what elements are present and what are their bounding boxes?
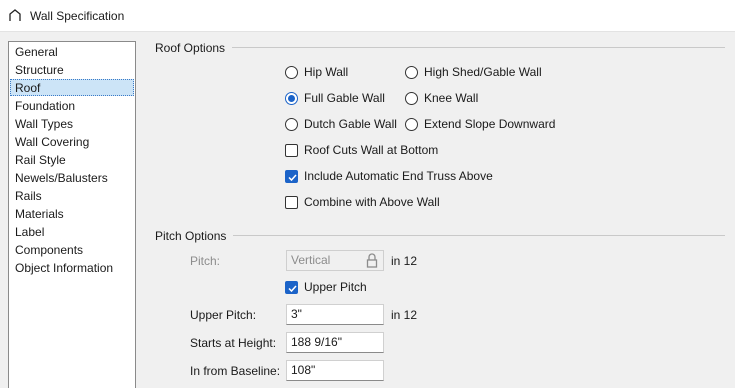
title-bar: Wall Specification <box>0 0 735 32</box>
in-from-baseline-label: In from Baseline: <box>190 364 281 378</box>
high-shed-gable-wall-label: High Shed/Gable Wall <box>424 65 542 79</box>
radio-indicator[interactable] <box>405 117 418 131</box>
full-gable-wall-label: Full Gable Wall <box>304 91 385 105</box>
pitch-options-heading: Pitch Options <box>155 229 227 243</box>
category-list[interactable]: General Structure Roof Foundation Wall T… <box>8 41 136 388</box>
checkbox-box[interactable] <box>285 195 298 209</box>
roof-cuts-wall-at-bottom-label: Roof Cuts Wall at Bottom <box>304 143 439 157</box>
upper-pitch-input[interactable]: 3" <box>286 304 384 325</box>
combine-with-above-wall-label: Combine with Above Wall <box>304 195 440 209</box>
radio-indicator[interactable] <box>405 91 418 105</box>
checkbox-box[interactable] <box>285 143 298 157</box>
starts-at-height-input[interactable]: 188 9/16" <box>286 332 384 353</box>
hip-wall-radio[interactable]: Hip Wall <box>285 64 348 80</box>
radio-indicator[interactable] <box>285 117 298 131</box>
nav-item-rail-style[interactable]: Rail Style <box>10 151 134 168</box>
checkbox-box-checked[interactable] <box>285 280 298 294</box>
roof-cuts-wall-at-bottom-checkbox[interactable]: Roof Cuts Wall at Bottom <box>285 142 438 158</box>
include-automatic-end-truss-label: Include Automatic End Truss Above <box>304 169 493 183</box>
nav-item-components[interactable]: Components <box>10 241 134 258</box>
nav-item-foundation[interactable]: Foundation <box>10 97 134 114</box>
extend-slope-downward-radio[interactable]: Extend Slope Downward <box>405 116 555 132</box>
upper-pitch-checkbox-label: Upper Pitch <box>304 280 367 294</box>
window-title: Wall Specification <box>30 9 125 23</box>
in-from-baseline-input[interactable]: 108" <box>286 360 384 381</box>
nav-item-structure[interactable]: Structure <box>10 61 134 78</box>
nav-item-general[interactable]: General <box>10 43 134 60</box>
nav-item-wall-types[interactable]: Wall Types <box>10 115 134 132</box>
knee-wall-label: Knee Wall <box>424 91 479 105</box>
app-house-icon <box>9 9 21 21</box>
radio-indicator[interactable] <box>285 65 298 79</box>
high-shed-gable-wall-radio[interactable]: High Shed/Gable Wall <box>405 64 542 80</box>
checkmark-icon <box>288 284 297 292</box>
radio-indicator-selected[interactable] <box>285 91 298 105</box>
nav-item-newels-balusters[interactable]: Newels/Balusters <box>10 169 134 186</box>
radio-indicator[interactable] <box>405 65 418 79</box>
upper-pitch-checkbox[interactable]: Upper Pitch <box>285 279 367 295</box>
checkmark-icon <box>288 173 297 181</box>
combine-with-above-wall-checkbox[interactable]: Combine with Above Wall <box>285 194 440 210</box>
dutch-gable-wall-radio[interactable]: Dutch Gable Wall <box>285 116 397 132</box>
extend-slope-downward-label: Extend Slope Downward <box>424 117 556 131</box>
pitch-unit: in 12 <box>391 254 418 268</box>
roof-options-heading: Roof Options <box>155 41 226 55</box>
include-automatic-end-truss-checkbox[interactable]: Include Automatic End Truss Above <box>285 168 493 184</box>
nav-item-rails[interactable]: Rails <box>10 187 134 204</box>
lock-icon <box>361 251 383 270</box>
dutch-gable-wall-label: Dutch Gable Wall <box>304 117 397 131</box>
starts-at-height-label: Starts at Height: <box>190 336 277 350</box>
checkbox-box-checked[interactable] <box>285 169 298 183</box>
nav-item-wall-covering[interactable]: Wall Covering <box>10 133 134 150</box>
hip-wall-label: Hip Wall <box>304 65 349 79</box>
pitch-options-divider <box>233 235 725 236</box>
pitch-label: Pitch: <box>190 254 221 268</box>
knee-wall-radio[interactable]: Knee Wall <box>405 90 478 106</box>
upper-pitch-unit: in 12 <box>391 308 418 322</box>
nav-item-materials[interactable]: Materials <box>10 205 134 222</box>
nav-item-object-information[interactable]: Object Information <box>10 259 134 276</box>
nav-item-roof[interactable]: Roof <box>10 79 134 96</box>
nav-item-label[interactable]: Label <box>10 223 134 240</box>
upper-pitch-label: Upper Pitch: <box>190 308 257 322</box>
full-gable-wall-radio[interactable]: Full Gable Wall <box>285 90 385 106</box>
roof-options-divider <box>232 47 725 48</box>
